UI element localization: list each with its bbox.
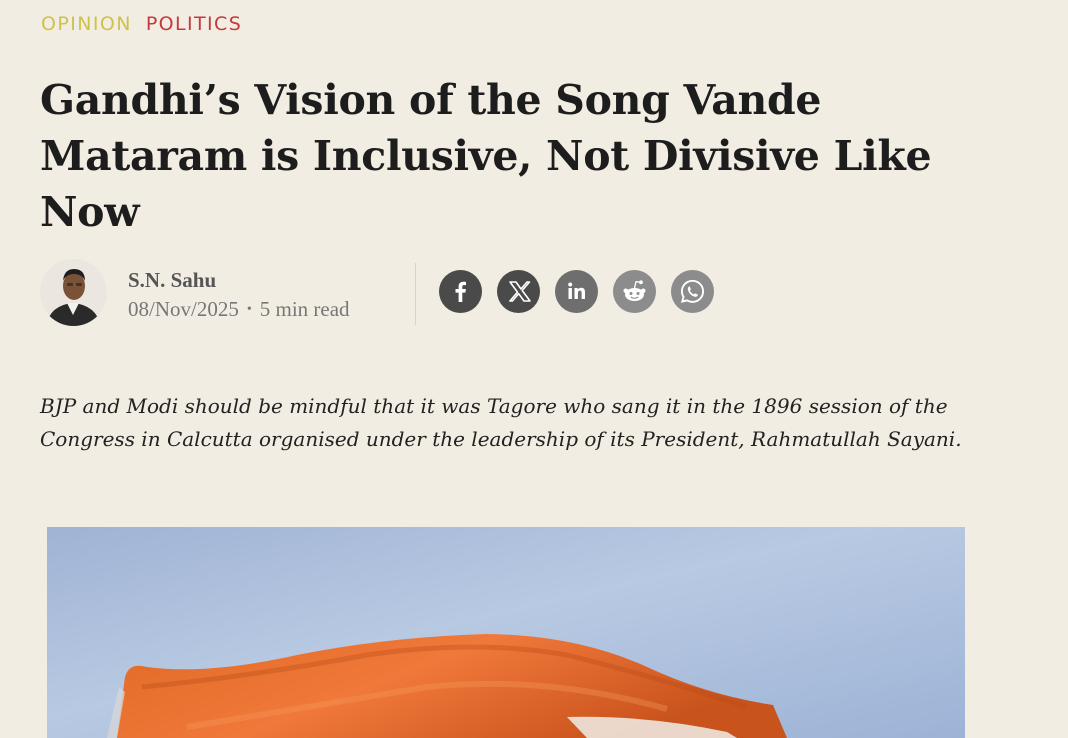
reddit-icon bbox=[623, 280, 646, 301]
category-opinion-link[interactable]: OPINION bbox=[41, 13, 132, 35]
article-page: OPINION POLITICS Gandhi’s Vision of the … bbox=[0, 0, 1068, 738]
share-whatsapp-button[interactable] bbox=[671, 270, 714, 313]
meta-separator: • bbox=[246, 301, 252, 317]
publish-date: 08/Nov/2025 bbox=[128, 297, 239, 321]
article-meta: 08/Nov/2025 • 5 min read bbox=[128, 297, 350, 322]
linkedin-icon bbox=[568, 282, 585, 299]
hero-image bbox=[47, 527, 965, 738]
share-linkedin-button[interactable] bbox=[555, 270, 598, 313]
author-portrait-icon bbox=[40, 259, 107, 326]
author-avatar[interactable] bbox=[40, 259, 107, 326]
read-time: 5 min read bbox=[259, 297, 350, 321]
indian-flag-image bbox=[47, 527, 965, 738]
x-icon bbox=[509, 281, 531, 302]
author-name[interactable]: S.N. Sahu bbox=[128, 268, 216, 293]
share-facebook-button[interactable] bbox=[439, 270, 482, 313]
byline: S.N. Sahu 08/Nov/2025 • 5 min read bbox=[40, 259, 740, 327]
article-headline: Gandhi’s Vision of the Song Vande Matara… bbox=[40, 76, 932, 236]
share-buttons bbox=[439, 270, 714, 313]
article-dek: BJP and Modi should be mindful that it w… bbox=[40, 394, 962, 451]
whatsapp-icon bbox=[680, 279, 705, 303]
share-x-button[interactable] bbox=[497, 270, 540, 313]
facebook-icon bbox=[455, 281, 466, 302]
byline-divider bbox=[415, 263, 416, 325]
share-reddit-button[interactable] bbox=[613, 270, 656, 313]
category-politics-link[interactable]: POLITICS bbox=[146, 13, 242, 35]
category-list: OPINION POLITICS bbox=[41, 13, 242, 35]
